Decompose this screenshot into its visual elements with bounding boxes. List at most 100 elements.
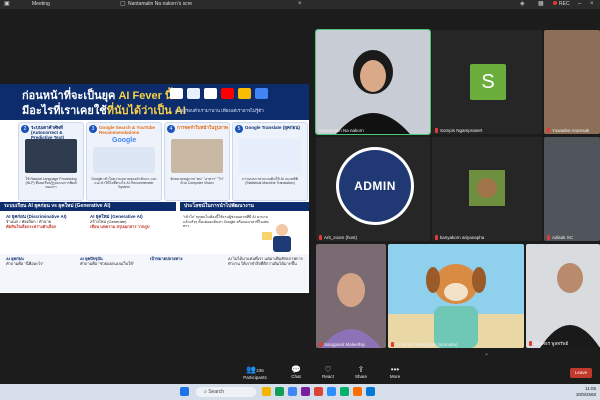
screen-share-icon: ▢ [120,1,126,7]
quote-box: AI ไม่ได้มาแทนที่เรา แต่มาเพิ่มศักยภาพกา… [228,256,306,266]
participants-button[interactable]: 👥236 Participants [240,365,270,380]
participant-name-text: Kritphum Wangphas (scimutto) [396,341,458,347]
participant-name: Yuwadee Aramsak [547,128,589,133]
taskbar-search[interactable]: ⌕ Search [196,387,256,397]
avatar-letter: S [470,64,506,100]
video-tile-kritphum[interactable]: Kritphum Wangphas (scimutto) [388,244,524,348]
video-tile-kanyakorn[interactable]: kanyakorn ariyanapha [432,137,542,241]
close-icon[interactable]: × [298,1,304,7]
column-example: ตัดสินใจเลือกระหว่างตัวเลือก [6,224,57,229]
card-number: 3 [89,125,97,133]
participant-name: Sangpanit Maleethip [319,342,365,347]
card-number: 5 [235,125,243,133]
react-icon: ♡ [324,365,332,374]
muted-mic-icon [319,342,322,347]
screen-share-tab[interactable]: Nantamalin Na nakorn's scre [128,1,192,7]
muted-mic-icon [547,128,550,133]
zoom-app-icon[interactable] [288,387,297,396]
app-icon-3[interactable] [327,387,336,396]
system-clock[interactable]: 11:05 30/9/2568 [566,386,596,398]
share-icon: ⇪ [357,365,365,374]
participant-name-text: kanyakorn ariyanapha [440,234,485,240]
card-translate: 5 Google Translate (ยุคก่อน) การแปลภาษาแ… [232,122,308,201]
keyboard-image [25,139,77,173]
muted-mic-icon [435,128,438,133]
video-tile-presenter[interactable]: Nantamalin Na nakorn [315,29,431,135]
column-new-ai: AI ยุคใหม่ (Generative AI) สร้างใหม่ (Ge… [90,214,172,254]
participant-name: Adisak SC [547,235,573,240]
slide-subtitle: AI อยู่รอบตัวเรามานาน เพียงแต่เราอาจไม่ร… [175,108,264,113]
title-text-2: มีอะไรที่เราเคยใช้ [22,105,107,117]
old-ai-box: AI ยุคก่อน คำถามคือ "นี่คืออะไร" [6,256,44,266]
react-button[interactable]: ♡ React [313,365,343,379]
new-ai-box: AI ยุคปัจจุบัน คำถามคือ "ช่วยออกแบบเว็บให… [80,256,134,266]
dog-avatar [388,264,524,348]
more-button[interactable]: ••• More [380,365,410,379]
chevron-down-icon[interactable]: ⌄ [484,350,489,357]
new-ai-text: คำถามคือ "ช่วยออกแบบเว็บให้" [80,261,135,266]
card-title: ระบบเดาคำศัพท์ (Autocorrect & Predictive… [31,125,65,140]
card-text: จัดหมวดหมู่ภาพ "คน" "อาหาร" "วิว" ด้วย C… [170,177,224,185]
participants-count: 236 [256,368,264,373]
chrome-icon[interactable] [314,387,323,396]
card-text: Google เข้าใจความหมายของคำค้นหา และแนะนำ… [91,177,157,189]
participant-name-text: Arit_zoom (host) [324,234,358,240]
app-icon-2[interactable] [301,387,310,396]
mail-icon [170,88,183,99]
participant-name: มีพงศธร พูลทรัพย์ [529,340,568,347]
title-accent-2: ที่นับได้ว่าเป็น AI [106,105,186,117]
minimize-icon[interactable]: – [578,1,584,7]
phone-icon [187,88,200,99]
muted-mic-icon [547,235,550,240]
photo-grid-image [171,139,223,173]
windows-start-icon[interactable] [180,387,189,396]
quote-text: AI ไม่ได้มาแทนที่เรา แต่มาเพิ่มศักยภาพกา… [228,256,303,266]
translate-image [239,139,301,173]
video-tile-user[interactable]: มีพงศธร พูลทรัพย์ [526,244,600,348]
shield-icon[interactable]: ◈ [520,1,526,7]
youtube-icon [221,88,234,99]
participant-name: Sompis Ngamprasert [435,128,482,133]
leave-button[interactable]: Leave [570,368,592,378]
app-icon-4[interactable] [353,387,362,396]
search-label: Search [208,389,225,395]
muted-mic-icon [391,342,394,347]
card-title: Google Translate (ยุคก่อน) [245,125,300,130]
react-label: React [322,374,334,379]
chat-label: Chat [291,374,301,379]
participant-name-text: Sompis Ngamprasert [440,127,483,133]
video-tile-yuwadee[interactable]: Yuwadee Aramsak [544,30,600,134]
slide-title-line2: มีอะไรที่เราเคยใช้ที่นับได้ว่าเป็น AI [22,101,186,119]
share-label: Share [354,374,367,379]
admin-logo-text: ADMIN [339,150,411,222]
participant-name: Kritphum Wangphas (scimutto) [391,342,458,347]
goal-box: เป้าหมายปลายทาง [150,256,182,261]
search-results-image [93,147,155,173]
edge-icon[interactable] [366,387,375,396]
window-close-icon[interactable]: × [590,1,596,7]
chat-button[interactable]: 💬 Chat [281,365,311,379]
participant-name: kanyakorn ariyanapha [435,235,484,240]
file-explorer-icon[interactable] [262,387,271,396]
card-autocorrect: 2 ระบบเดาคำศัพท์ (Autocorrect & Predicti… [18,122,84,201]
card-face-recognition: 4 การจดจำใบหน้าในรูปภาพ จัดหมวดหมู่ภาพ "… [164,122,230,201]
muted-mic-icon [319,235,322,240]
card-number: 4 [167,125,175,133]
participant-name: Arit_zoom (host) [319,235,357,240]
video-tile-adisak[interactable]: Adisak SC [544,137,600,241]
muted-mic-icon [435,235,438,240]
card-number: 2 [21,125,29,133]
chat-icon: 💬 [291,365,301,374]
photos-icon [238,88,251,99]
line-app-icon[interactable] [340,387,349,396]
meeting-tab[interactable]: Meeting [32,1,50,7]
zoom-logo-icon: ▣ [4,1,10,7]
video-tile-sangpanit[interactable]: Sangpanit Maleethip [316,244,386,348]
grid-view-icon[interactable]: ▦ [538,1,544,7]
card-title: การจดจำใบหน้าในรูปภาพ [177,125,229,130]
zoom-title-bar: ▣ Meeting ▢ Nantamalin Na nakorn's scre … [0,0,600,9]
recording-indicator[interactable]: REC [553,1,570,7]
participant-name: Nantamalin Na nakorn [319,128,364,133]
share-button[interactable]: ⇪ Share [346,365,376,379]
app-icon-1[interactable] [275,387,284,396]
